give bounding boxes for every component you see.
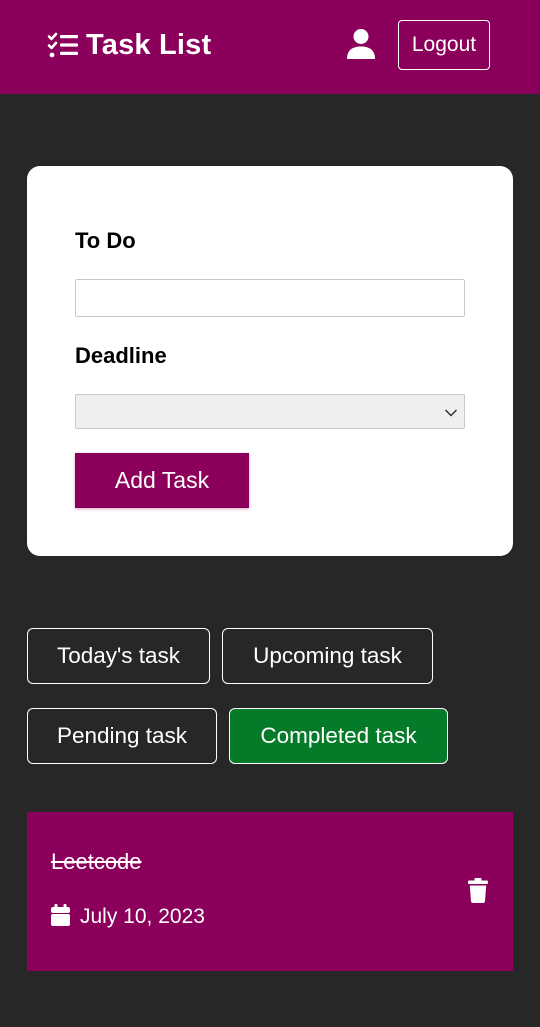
task-list-icon bbox=[47, 32, 79, 58]
add-task-button[interactable]: Add Task bbox=[75, 453, 249, 508]
task-title: Leetcode bbox=[51, 849, 142, 874]
filter-todays-task[interactable]: Today's task bbox=[27, 628, 210, 684]
add-task-card: To Do Deadline Add Task bbox=[27, 166, 513, 556]
filter-completed-task[interactable]: Completed task bbox=[229, 708, 448, 764]
task-item: Leetcode July 10, 2023 bbox=[27, 812, 513, 971]
user-icon[interactable] bbox=[346, 28, 376, 60]
logout-button[interactable]: Logout bbox=[398, 20, 490, 70]
app-title: Task List bbox=[86, 28, 212, 61]
filter-pending-task[interactable]: Pending task bbox=[27, 708, 217, 764]
deadline-select[interactable] bbox=[75, 394, 465, 429]
calendar-icon bbox=[51, 904, 70, 926]
deadline-label: Deadline bbox=[75, 343, 167, 368]
todo-input[interactable] bbox=[75, 279, 465, 317]
task-date: July 10, 2023 bbox=[80, 905, 205, 928]
brand[interactable]: Task List bbox=[47, 25, 211, 65]
chevron-down-icon bbox=[444, 405, 458, 417]
todo-label: To Do bbox=[75, 228, 136, 253]
trash-icon[interactable] bbox=[468, 878, 488, 903]
app-header: Task List Logout bbox=[0, 0, 540, 94]
filter-upcoming-task[interactable]: Upcoming task bbox=[222, 628, 433, 684]
